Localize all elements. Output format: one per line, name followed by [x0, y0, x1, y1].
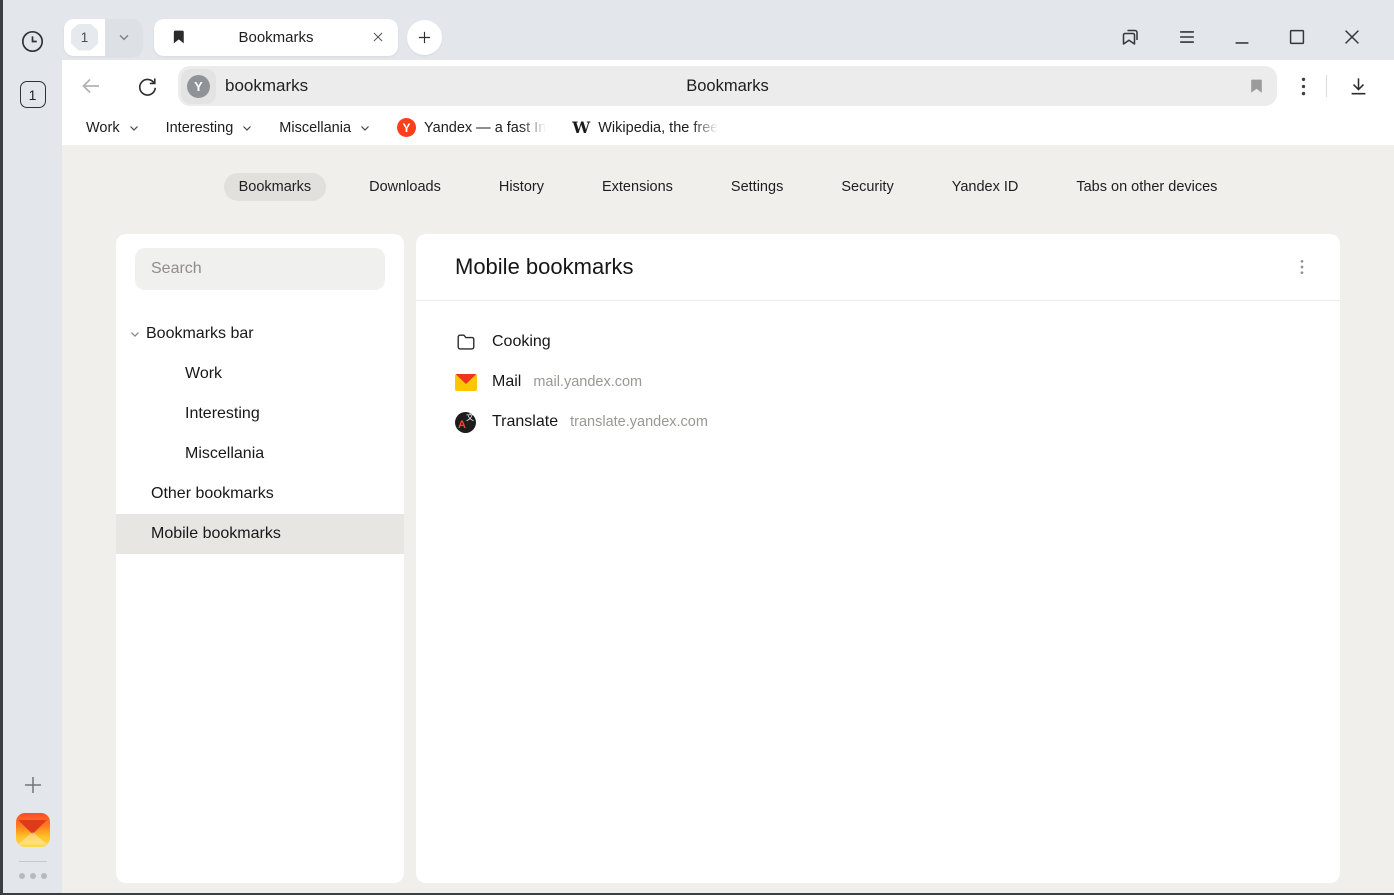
tab-favicon-bookmark-icon — [171, 28, 188, 46]
tree-label: Interesting — [185, 405, 260, 423]
tab-settings[interactable]: Settings — [716, 173, 798, 201]
bookmark-name: Translate — [492, 413, 558, 431]
panel-header: Mobile bookmarks — [416, 234, 1340, 301]
bookmark-url: translate.yandex.com — [570, 414, 708, 430]
tree-item-other-bookmarks[interactable]: Other bookmarks — [116, 474, 404, 514]
yandex-mail-icon — [455, 374, 481, 391]
arrow-left-icon — [79, 74, 103, 98]
yandex-translate-icon: A 文 — [455, 412, 481, 433]
tree-item-miscellania[interactable]: Miscellania — [116, 434, 404, 474]
address-input[interactable]: bookmarks — [225, 76, 308, 96]
chevron-down-icon — [241, 122, 253, 134]
toolbar-kebab-icon[interactable] — [1291, 76, 1316, 97]
tab-strip: 1 Bookmarks — [62, 0, 1394, 60]
maximize-icon[interactable] — [1286, 26, 1308, 48]
page-title: Bookmarks — [178, 77, 1277, 96]
tree-item-mobile-bookmarks[interactable]: Mobile bookmarks — [116, 514, 404, 554]
bar-folder-label: Work — [86, 120, 120, 136]
list-item-cooking[interactable]: Cooking — [416, 322, 1340, 362]
bar-link-label: Yandex — a fast In — [424, 120, 546, 136]
reload-button[interactable] — [132, 75, 162, 98]
mail-fold — [18, 832, 47, 845]
tree-label: Work — [185, 365, 222, 383]
tab-group-expander[interactable] — [105, 19, 142, 56]
strip-divider — [19, 861, 47, 862]
plus-icon — [416, 29, 433, 46]
panels: Bookmarks bar Work Interesting Miscellan… — [116, 234, 1340, 883]
bar-folder-miscellania[interactable]: Miscellania — [279, 120, 371, 136]
browser-window: 1 Bookmarks — [62, 0, 1394, 893]
search-input[interactable] — [135, 248, 385, 290]
yandex-favicon: Y — [397, 118, 416, 137]
tab-yandex-id[interactable]: Yandex ID — [937, 173, 1034, 201]
bar-link-yandex[interactable]: Y Yandex — a fast In — [397, 118, 546, 137]
list-item-mail[interactable]: Mail mail.yandex.com — [416, 362, 1340, 402]
manager-nav: Bookmarks Downloads History Extensions S… — [62, 173, 1394, 201]
tab-close-icon[interactable] — [371, 30, 385, 44]
address-bar[interactable]: Y bookmarks Bookmarks — [178, 66, 1277, 106]
bar-link-wikipedia[interactable]: W Wikipedia, the free — [572, 118, 718, 137]
side-strip: 1 — [3, 0, 62, 893]
workspace-badge[interactable]: 1 — [20, 81, 46, 108]
bar-folder-interesting[interactable]: Interesting — [166, 120, 254, 136]
site-favicon-wrap: Y — [181, 69, 216, 104]
tab-group-chip[interactable]: 1 — [64, 19, 142, 56]
bookmarks-bar: Work Interesting Miscellania Y Yandex — … — [62, 112, 1394, 145]
wikipedia-favicon: W — [572, 118, 590, 137]
bookmark-name: Mail — [492, 373, 521, 391]
chevron-down-icon[interactable] — [128, 327, 142, 341]
add-workspace-icon[interactable] — [21, 773, 45, 797]
bookmark-list: Cooking Mail mail.yandex.com A — [416, 301, 1340, 442]
bookmark-filled-icon[interactable] — [1248, 76, 1265, 96]
chevron-down-icon — [116, 29, 132, 45]
close-icon[interactable] — [1341, 26, 1363, 48]
bookmarks-sidebar: Bookmarks bar Work Interesting Miscellan… — [116, 234, 404, 883]
bookmark-name: Cooking — [492, 333, 551, 351]
bar-folder-label: Interesting — [166, 120, 234, 136]
list-item-translate[interactable]: A 文 Translate translate.yandex.com — [416, 402, 1340, 442]
chevron-down-icon — [128, 122, 140, 134]
tab-title: Bookmarks — [154, 29, 398, 46]
bookmark-url: mail.yandex.com — [533, 374, 642, 390]
tree-label: Miscellania — [185, 445, 264, 463]
panel-kebab-icon[interactable] — [1294, 252, 1310, 282]
new-tab-button[interactable] — [407, 20, 442, 55]
tab-other-devices[interactable]: Tabs on other devices — [1061, 173, 1232, 201]
chevron-down-icon — [359, 122, 371, 134]
yandex-gray-favicon: Y — [187, 75, 210, 98]
tree-label: Other bookmarks — [151, 485, 274, 503]
menu-hamburger-icon[interactable] — [1176, 26, 1198, 48]
minimize-icon[interactable] — [1231, 26, 1253, 48]
bar-folder-label: Miscellania — [279, 120, 351, 136]
tree-label: Bookmarks bar — [146, 325, 254, 343]
tree-label: Mobile bookmarks — [151, 525, 281, 543]
toolbar: Y bookmarks Bookmarks — [62, 60, 1394, 112]
tab-history[interactable]: History — [484, 173, 559, 201]
yandex-mail-app-icon[interactable] — [16, 813, 50, 847]
folder-icon — [455, 331, 481, 353]
history-clock-icon[interactable] — [19, 28, 46, 55]
reload-icon — [136, 75, 159, 98]
toolbar-separator — [1326, 75, 1327, 97]
active-tab[interactable]: Bookmarks — [154, 19, 398, 56]
tab-group-count[interactable]: 1 — [64, 19, 105, 56]
tree-item-bookmarks-bar[interactable]: Bookmarks bar — [116, 314, 404, 354]
tab-security[interactable]: Security — [826, 173, 908, 201]
tab-extensions[interactable]: Extensions — [587, 173, 688, 201]
bookmarks-panel-icon[interactable] — [1119, 25, 1143, 49]
back-button[interactable] — [76, 74, 106, 98]
window-controls — [1119, 25, 1376, 49]
tree-item-interesting[interactable]: Interesting — [116, 394, 404, 434]
bar-folder-work[interactable]: Work — [86, 120, 140, 136]
bookmarks-main-panel: Mobile bookmarks Cooki — [416, 234, 1340, 883]
page-content: Bookmarks Downloads History Extensions S… — [62, 145, 1394, 893]
tree-item-work[interactable]: Work — [116, 354, 404, 394]
tab-bookmarks[interactable]: Bookmarks — [224, 173, 327, 201]
downloads-icon[interactable] — [1347, 75, 1370, 98]
panel-title: Mobile bookmarks — [455, 254, 634, 280]
bar-link-label: Wikipedia, the free — [598, 120, 718, 136]
tab-downloads[interactable]: Downloads — [354, 173, 456, 201]
more-apps-icon[interactable] — [19, 873, 47, 879]
